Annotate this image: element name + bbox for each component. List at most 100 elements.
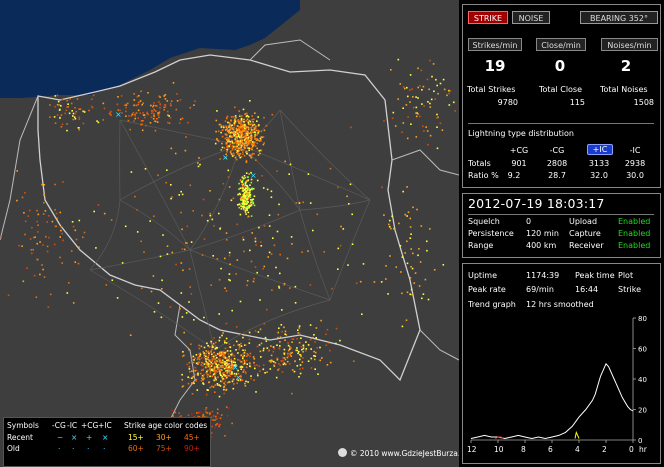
strike-dot: [193, 104, 195, 106]
strike-dot: [217, 130, 220, 133]
strike-dot: [454, 110, 456, 112]
strike-dot: [232, 132, 235, 134]
strike-dot: [152, 117, 155, 120]
plot-value: Strike: [618, 285, 641, 294]
strike-dot: [294, 360, 296, 363]
strike-dot: [236, 382, 238, 385]
noises-per-min-label[interactable]: Noises/min: [601, 38, 658, 51]
strike-dot: [415, 106, 418, 109]
strike-dot: [340, 225, 342, 228]
strikes-per-min-label[interactable]: Strikes/min: [468, 38, 522, 51]
trend-chart: 02040608012 10 8 6 4 2 0 hr: [467, 315, 648, 454]
strike-dot: [241, 127, 244, 129]
strike-dot: [245, 112, 248, 115]
strike-dot: [241, 151, 244, 153]
strike-dot: [293, 370, 296, 373]
strike-dot: [249, 355, 251, 358]
strike-dot: [245, 198, 248, 200]
legend-recent-label: Recent: [7, 433, 33, 442]
strike-dot: [258, 226, 260, 229]
strike-dot: [218, 425, 220, 428]
strike-dot: [249, 365, 251, 367]
strike-dot: [180, 211, 182, 214]
strike-dot: [72, 118, 74, 121]
bearing-button[interactable]: BEARING 352°: [580, 11, 658, 24]
strike-dot: [74, 261, 77, 263]
strike-dot: [410, 233, 412, 235]
strike-dot: [288, 363, 291, 365]
strike-dot: [326, 328, 329, 331]
strike-dot: [227, 169, 230, 172]
close-per-min-label[interactable]: Close/min: [536, 38, 586, 51]
lightning-map[interactable]: × × × × × Symbols -CG -IC +CG +IC Strike age…: [0, 0, 459, 467]
strike-dot: [141, 287, 143, 290]
strike-dot: [48, 236, 50, 239]
legend-age-75: 75+: [156, 444, 172, 453]
strike-button[interactable]: STRIKE: [468, 11, 508, 24]
strike-dot: [150, 112, 153, 115]
strike-dot: [260, 149, 263, 152]
strike-dot: [403, 86, 405, 88]
strike-dot: [201, 254, 204, 256]
strike-dot: [206, 365, 209, 368]
strike-dot: [230, 360, 233, 363]
strike-dot: [222, 377, 224, 380]
strike-dot: [427, 101, 429, 103]
strike-dot: [68, 112, 71, 115]
strike-dot: [125, 103, 128, 106]
strike-dot: [279, 336, 282, 338]
persistence-value: 120 min: [526, 229, 559, 238]
strike-dot: [29, 238, 32, 240]
strike-dot: [201, 377, 203, 380]
strike-dot: [51, 220, 54, 223]
strike-dot: [337, 247, 340, 250]
peak-rate-label: Peak rate: [468, 285, 506, 294]
strike-dot: [224, 365, 227, 368]
strike-dot: [258, 140, 261, 142]
strike-dot: [229, 143, 232, 146]
strike-dot: [198, 344, 200, 347]
copyright[interactable]: © 2010 www.GdzieJestBurza.pl: [338, 448, 459, 458]
strike-dot: [218, 364, 220, 367]
strike-dot: [187, 414, 190, 417]
strike-dot: [197, 372, 199, 375]
strike-dot: [239, 142, 241, 145]
strike-dot: [210, 350, 212, 352]
strike-dot: [153, 215, 155, 217]
strike-dot: [183, 331, 185, 334]
strike-dot: [211, 218, 214, 221]
strike-dot: [248, 331, 251, 334]
strike-dot: [443, 88, 446, 91]
strike-dot: [244, 135, 246, 137]
strike-dot: [290, 355, 292, 357]
strike-dot: [224, 341, 226, 344]
strike-dot: [182, 351, 184, 353]
strike-dot: [244, 349, 246, 352]
strike-dot: [161, 279, 163, 282]
strike-dot: [128, 115, 130, 117]
strike-dot: [227, 146, 229, 149]
strike-dot: [223, 388, 225, 391]
strike-dot: [238, 206, 241, 209]
strike-dot: [251, 126, 253, 128]
strike-dot: [275, 376, 278, 379]
strike-dot: [233, 122, 236, 124]
strike-dot: [232, 146, 235, 149]
strike-dot: [227, 352, 230, 355]
strike-dot: [248, 140, 251, 142]
noise-button[interactable]: NOISE: [512, 11, 550, 24]
strike-dot: [401, 256, 404, 258]
strike-dot: [204, 358, 207, 361]
strike-dot: [266, 188, 269, 191]
strike-dot: [212, 415, 215, 417]
strike-dot: [179, 308, 181, 310]
strike-dot: [197, 162, 199, 164]
strike-dot: [137, 95, 140, 97]
strike-dot: [146, 111, 148, 114]
strike-dot: [190, 343, 192, 345]
strike-dot: [242, 357, 244, 360]
dist-header-pic[interactable]: +IC: [587, 144, 613, 155]
strike-dot: [223, 374, 225, 376]
strike-dot: [29, 209, 31, 212]
strike-dot: [209, 212, 211, 215]
